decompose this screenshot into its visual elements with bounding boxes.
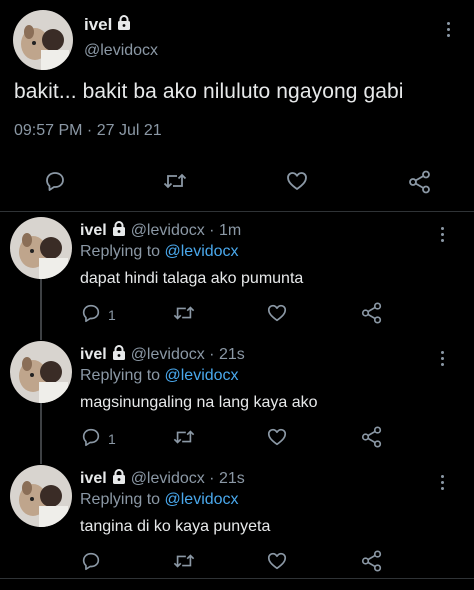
- reply-header: ivel @levidocx · 1m: [80, 221, 241, 241]
- reply-icon: [80, 302, 102, 327]
- retweet-icon[interactable]: [172, 550, 196, 572]
- reply-tweet[interactable]: ivel @levidocx · 21s Replying to @levido…: [0, 336, 474, 460]
- author-handle[interactable]: @levidocx: [84, 42, 158, 60]
- share-icon[interactable]: [360, 301, 384, 325]
- reply-button[interactable]: 1: [80, 302, 116, 327]
- retweet-icon[interactable]: [172, 426, 196, 448]
- display-name[interactable]: ivel: [84, 15, 112, 35]
- lock-icon: [117, 15, 131, 35]
- reply-button[interactable]: 1: [80, 426, 116, 451]
- divider: [0, 578, 474, 579]
- more-icon[interactable]: [447, 22, 451, 40]
- more-icon[interactable]: [441, 227, 445, 245]
- mention-link[interactable]: @levidocx: [165, 243, 239, 260]
- mention-link[interactable]: @levidocx: [165, 367, 239, 384]
- display-name[interactable]: ivel: [80, 346, 107, 364]
- handle-time[interactable]: @levidocx · 21s: [131, 346, 245, 364]
- tweet-actions: [0, 169, 474, 195]
- retweet-icon[interactable]: [162, 169, 188, 193]
- retweet-icon[interactable]: [172, 302, 196, 324]
- reply-header: ivel @levidocx · 21s: [80, 345, 245, 365]
- author-name[interactable]: ivel: [84, 15, 131, 35]
- share-icon[interactable]: [360, 549, 384, 573]
- replying-label: Replying to: [80, 491, 161, 508]
- lock-icon: [112, 345, 126, 365]
- reply-icon: [80, 426, 102, 451]
- display-name[interactable]: ivel: [80, 470, 107, 488]
- more-icon[interactable]: [441, 475, 445, 493]
- reply-button[interactable]: [80, 550, 108, 575]
- reply-count: 1: [108, 430, 116, 447]
- tweet-text: bakit... bakit ba ako niluluto ngayong g…: [14, 80, 404, 103]
- like-icon[interactable]: [266, 302, 288, 324]
- avatar[interactable]: [10, 217, 72, 279]
- display-name[interactable]: ivel: [80, 222, 107, 240]
- reply-tweet[interactable]: ivel @levidocx · 1m Replying to @levidoc…: [0, 212, 474, 336]
- like-icon[interactable]: [266, 550, 288, 572]
- reply-count: 1: [108, 306, 116, 323]
- mention-link[interactable]: @levidocx: [165, 491, 239, 508]
- handle-time[interactable]: @levidocx · 1m: [131, 222, 242, 240]
- reply-icon: [80, 550, 102, 575]
- avatar[interactable]: [10, 341, 72, 403]
- tweet-text: dapat hindi talaga ako pumunta: [80, 270, 304, 287]
- replying-to: Replying to @levidocx: [80, 243, 239, 261]
- lock-icon: [112, 221, 126, 241]
- reply-icon[interactable]: [43, 169, 67, 193]
- reply-tweet[interactable]: ivel @levidocx · 21s Replying to @levido…: [0, 460, 474, 578]
- more-icon[interactable]: [441, 351, 445, 369]
- reply-header: ivel @levidocx · 21s: [80, 469, 245, 489]
- replying-to: Replying to @levidocx: [80, 491, 239, 509]
- like-icon[interactable]: [266, 426, 288, 448]
- handle-time[interactable]: @levidocx · 21s: [131, 470, 245, 488]
- tweet-text: tangina di ko kaya punyeta: [80, 518, 271, 535]
- like-icon[interactable]: [285, 169, 309, 193]
- main-tweet: ivel @levidocx bakit... bakit ba ako nil…: [0, 0, 474, 212]
- avatar[interactable]: [10, 465, 72, 527]
- avatar[interactable]: [13, 10, 73, 70]
- replying-to: Replying to @levidocx: [80, 367, 239, 385]
- tweet-text: magsinungaling na lang kaya ako: [80, 394, 318, 411]
- share-icon[interactable]: [407, 169, 433, 195]
- replying-label: Replying to: [80, 243, 161, 260]
- share-icon[interactable]: [360, 425, 384, 449]
- replying-label: Replying to: [80, 367, 161, 384]
- tweet-timestamp[interactable]: 09:57 PM · 27 Jul 21: [14, 122, 162, 140]
- lock-icon: [112, 469, 126, 489]
